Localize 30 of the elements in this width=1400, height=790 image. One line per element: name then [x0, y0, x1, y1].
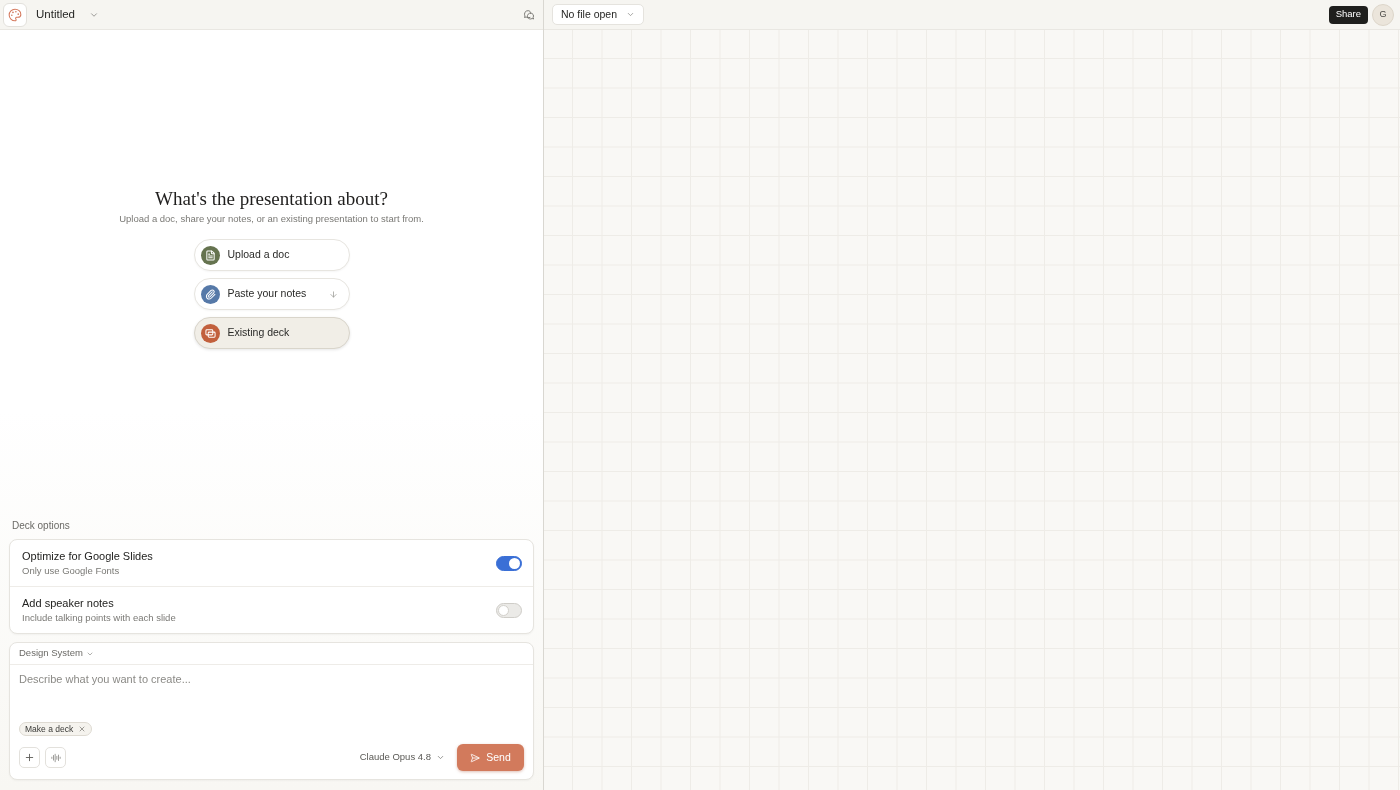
share-button[interactable]: Share — [1328, 5, 1368, 24]
prompt-field[interactable]: Describe what you want to create... — [10, 665, 533, 719]
palette-icon[interactable] — [3, 2, 27, 27]
plus-icon — [24, 752, 35, 763]
chat-bubbles-icon[interactable] — [523, 8, 535, 21]
hero-subtitle: Upload a doc, share your notes, or an existing presentation to start from. — [119, 213, 424, 225]
send-icon — [470, 752, 481, 763]
title-dropdown[interactable]: Untitled — [36, 5, 99, 24]
option-title: Optimize for Google Slides — [22, 549, 153, 563]
option-description: Include talking points with each slide — [22, 611, 176, 624]
add-button[interactable] — [19, 747, 40, 768]
start-option[interactable]: Paste your notes — [193, 278, 350, 310]
voice-button[interactable] — [45, 747, 66, 768]
design-system-dropdown[interactable]: Design System — [19, 646, 94, 661]
tag-chip[interactable]: Make a deck — [19, 722, 93, 736]
prompt-box[interactable]: Design System Describe what you want to create... Make a deck Claude Opus 4.8 Send — [9, 642, 534, 780]
toggle-switch[interactable] — [496, 555, 522, 571]
file-dropdown[interactable]: No file open — [552, 4, 645, 25]
start-option[interactable]: Upload a doc — [193, 239, 350, 271]
hero-title: What's the presentation about? — [155, 187, 388, 211]
section-label: Deck options — [11, 520, 71, 532]
option-title: Add speaker notes — [22, 596, 115, 610]
close-icon[interactable] — [78, 725, 87, 733]
model-dropdown[interactable]: Claude Opus 4.8 — [359, 750, 445, 765]
user-avatar[interactable]: G — [1372, 3, 1394, 26]
caret-icon — [626, 10, 636, 19]
caret-icon — [436, 753, 445, 762]
waveform-icon — [50, 752, 61, 763]
option-description: Only use Google Fonts — [22, 564, 121, 577]
start-option[interactable]: Existing deck — [193, 317, 350, 349]
